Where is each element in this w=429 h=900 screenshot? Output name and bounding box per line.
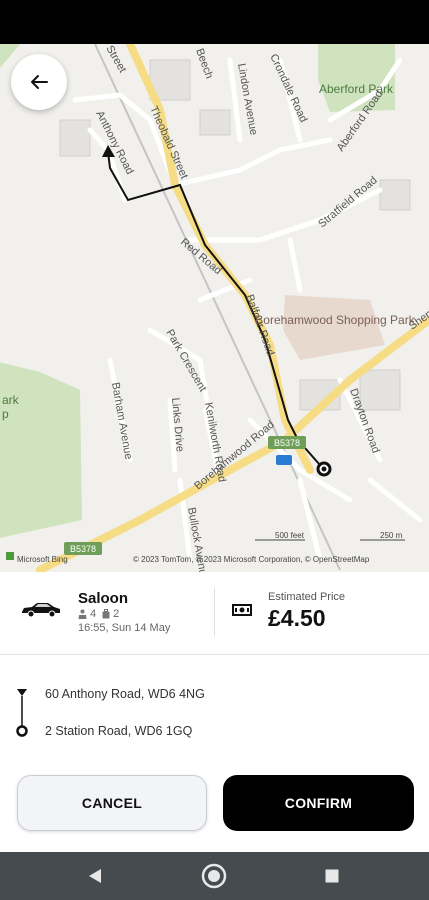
car-icon bbox=[22, 603, 60, 618]
park-area bbox=[0, 362, 82, 538]
street-label: Stratfield Road bbox=[316, 174, 379, 230]
square-recents-icon bbox=[325, 869, 339, 883]
route-icon bbox=[16, 689, 28, 737]
passenger-count: 4 bbox=[90, 608, 97, 620]
street-label: Beech bbox=[193, 47, 215, 80]
triangle-back-icon bbox=[89, 869, 101, 883]
bing-logo bbox=[6, 552, 14, 560]
map-view[interactable]: B5378 B5378 Street Beech Anthony Road Th… bbox=[0, 44, 429, 572]
nav-home-button[interactable] bbox=[190, 852, 238, 900]
nav-recents-button[interactable] bbox=[308, 852, 356, 900]
street-label: Crondale Road bbox=[267, 52, 309, 124]
estimated-price-value: £4.50 bbox=[268, 605, 326, 631]
cash-icon bbox=[232, 604, 252, 616]
map-attribution: © 2023 TomTom, © 2023 Microsoft Corporat… bbox=[133, 555, 370, 564]
shopping-park-area bbox=[283, 295, 385, 360]
place-label: p bbox=[2, 407, 9, 421]
pickup-address: 60 Anthony Road, WD6 4NG bbox=[45, 687, 205, 701]
divider bbox=[214, 588, 215, 636]
vehicle-capacity: 4 2 bbox=[78, 608, 119, 620]
scale-feet: 500 feet bbox=[275, 531, 304, 540]
svg-text:B5378: B5378 bbox=[274, 438, 300, 448]
map-graphic: B5378 B5378 Street Beech Anthony Road Th… bbox=[0, 44, 429, 572]
scale-metres: 250 m bbox=[380, 531, 403, 540]
vehicle-name: Saloon bbox=[78, 590, 129, 607]
svg-text:B5378: B5378 bbox=[70, 544, 96, 554]
place-label: ark bbox=[2, 393, 20, 407]
street-label: Barham Avenue bbox=[109, 381, 134, 460]
passenger-icon bbox=[78, 609, 87, 619]
estimated-price-label: Estimated Price bbox=[268, 591, 346, 603]
status-bar bbox=[0, 0, 429, 44]
confirm-button[interactable]: CONFIRM bbox=[223, 775, 414, 831]
pickup-pin-icon bbox=[17, 689, 27, 696]
cancel-button[interactable]: CANCEL bbox=[17, 775, 207, 831]
dropoff-address: 2 Station Road, WD6 1GQ bbox=[45, 724, 193, 738]
back-button[interactable] bbox=[11, 54, 67, 110]
place-label: Aberford Park bbox=[319, 82, 394, 96]
map-brand: Microsoft Bing bbox=[17, 555, 68, 564]
nav-back-button[interactable] bbox=[71, 852, 119, 900]
pickup-datetime: 16:55, Sun 14 May bbox=[78, 622, 171, 634]
home-circle-icon bbox=[201, 863, 227, 889]
luggage-icon bbox=[102, 609, 110, 619]
luggage-count: 2 bbox=[113, 608, 120, 620]
system-nav-bar bbox=[0, 852, 429, 900]
station-icon bbox=[276, 455, 292, 465]
arrow-left-icon bbox=[31, 75, 48, 89]
dropoff-pin-icon bbox=[16, 725, 28, 737]
place-label: Borehamwood Shopping Park bbox=[255, 313, 415, 327]
